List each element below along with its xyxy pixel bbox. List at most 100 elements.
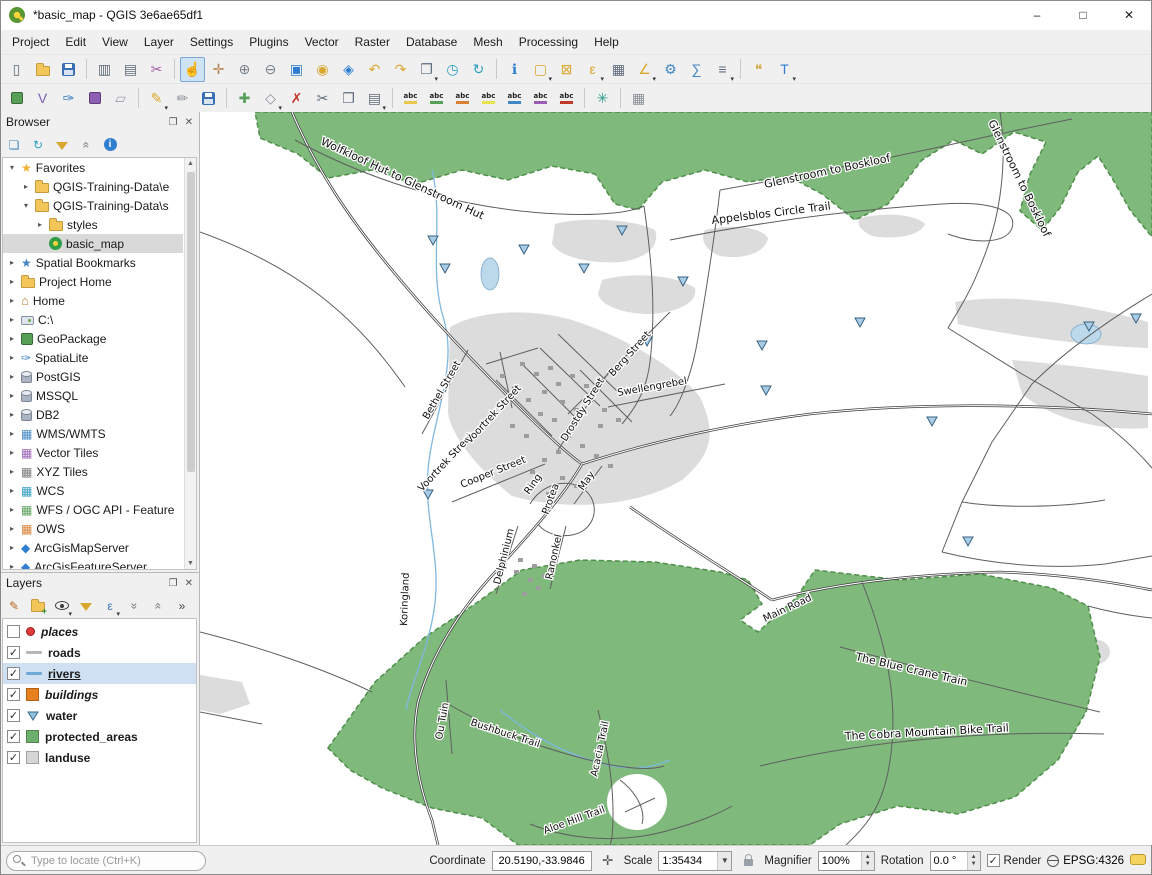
pan-map-button[interactable]: ☝	[180, 57, 205, 82]
open-layer-styling-button[interactable]: ✎	[3, 595, 25, 617]
attribute-grid-button[interactable]: ▦	[626, 86, 651, 111]
pan-to-selection-button[interactable]: ✛	[206, 57, 231, 82]
processing-toolbox-button[interactable]: ✳	[590, 86, 615, 111]
open-attribute-table-button[interactable]: ▦	[606, 57, 631, 82]
menu-edit[interactable]: Edit	[57, 31, 94, 53]
locate-input[interactable]	[6, 851, 206, 871]
current-edits-button[interactable]: ✎▾	[144, 86, 169, 111]
zoom-to-layer-button[interactable]: ◈	[336, 57, 361, 82]
browser-scrollbar[interactable]: ▲ ▼	[184, 158, 196, 569]
expander-icon[interactable]: ▸	[7, 391, 17, 400]
zoom-last-button[interactable]: ↶	[362, 57, 387, 82]
zoom-out-button[interactable]: ⊖	[258, 57, 283, 82]
new-project-button[interactable]: ▯	[4, 57, 29, 82]
layer-checkbox-buildings[interactable]: ✓	[7, 688, 20, 701]
expander-icon[interactable]: ▸	[21, 182, 31, 191]
browser-item-db2[interactable]: ▸DB2	[3, 405, 183, 424]
menu-layer[interactable]: Layer	[136, 31, 182, 53]
add-group-button[interactable]: +	[27, 595, 49, 617]
layer-row-places[interactable]: places	[3, 621, 196, 642]
messages-button[interactable]	[1130, 853, 1146, 868]
highlight-pinned-labels-button[interactable]: abc	[476, 86, 501, 111]
scale-input[interactable]	[659, 852, 717, 870]
scroll-thumb[interactable]	[187, 172, 195, 472]
select-by-expression-button[interactable]: ε▾	[580, 57, 605, 82]
new-spatialite-layer-button[interactable]: ✑	[56, 86, 81, 111]
layer-diagram-options-button[interactable]: abc	[424, 86, 449, 111]
refresh-map-button[interactable]: ↻	[466, 57, 491, 82]
expander-icon[interactable]: ▸	[7, 353, 17, 362]
copy-features-button[interactable]: ❐	[336, 86, 361, 111]
vertex-tool-button[interactable]: ◇▾	[258, 86, 283, 111]
layer-checkbox-water[interactable]: ✓	[7, 709, 20, 722]
filter-legend-button[interactable]	[75, 595, 97, 617]
expander-icon[interactable]: ▸	[7, 296, 17, 305]
save-layer-edits-button[interactable]	[196, 86, 221, 111]
expander-icon[interactable]: ▸	[7, 505, 17, 514]
collapse-all-button[interactable]: «	[75, 134, 97, 156]
menu-processing[interactable]: Processing	[511, 31, 586, 53]
browser-properties-button[interactable]: i	[99, 134, 121, 156]
browser-item-arcgisfeatureserver[interactable]: ▸◆ArcGisFeatureServer	[3, 557, 183, 570]
extents-toggle-icon[interactable]: ✛	[598, 851, 618, 871]
filter-by-expression-button[interactable]: ε▾	[99, 595, 121, 617]
menu-view[interactable]: View	[94, 31, 136, 53]
browser-item-wfs-ogc-api-feature[interactable]: ▸▦WFS / OGC API - Feature	[3, 500, 183, 519]
menu-vector[interactable]: Vector	[297, 31, 347, 53]
new-shapefile-layer-button[interactable]: V	[30, 86, 55, 111]
layer-checkbox-landuse[interactable]: ✓	[7, 751, 20, 764]
browser-item-geopackage[interactable]: ▸GeoPackage	[3, 329, 183, 348]
text-annotation-button[interactable]: T▾	[772, 57, 797, 82]
lock-scale-icon[interactable]	[738, 851, 758, 871]
browser-close-button[interactable]: ✕	[185, 117, 193, 128]
map-tips-button[interactable]: ❝	[746, 57, 771, 82]
temporal-controller-button[interactable]: ◷	[440, 57, 465, 82]
browser-item-qgis-training-data-e[interactable]: ▸QGIS-Training-Data\e	[3, 177, 183, 196]
layer-row-protected-areas[interactable]: ✓protected_areas	[3, 726, 196, 747]
zoom-next-button[interactable]: ↷	[388, 57, 413, 82]
identify-features-button[interactable]: ℹ	[502, 57, 527, 82]
expander-icon[interactable]: ▸	[7, 277, 17, 286]
layer-labeling-options-button[interactable]: abc	[398, 86, 423, 111]
style-manager-button[interactable]: ✂	[144, 57, 169, 82]
browser-item-arcgismapserver[interactable]: ▸◆ArcGisMapServer	[3, 538, 183, 557]
layer-row-water[interactable]: ✓water	[3, 705, 196, 726]
layer-checkbox-roads[interactable]: ✓	[7, 646, 20, 659]
zoom-to-selection-button[interactable]: ◉	[310, 57, 335, 82]
expand-all-button[interactable]: »	[123, 595, 145, 617]
browser-item-spatial-bookmarks[interactable]: ▸★Spatial Bookmarks	[3, 253, 183, 272]
browser-item-basic-map[interactable]: basic_map	[3, 234, 183, 253]
maximize-button[interactable]: □	[1060, 0, 1106, 30]
browser-item-xyz-tiles[interactable]: ▸▦XYZ Tiles	[3, 462, 183, 481]
show-layout-manager-button[interactable]: ▤	[118, 57, 143, 82]
layer-row-landuse[interactable]: ✓landuse	[3, 747, 196, 768]
expander-icon[interactable]: ▸	[7, 467, 17, 476]
rotation-spin-buttons[interactable]: ▲▼	[967, 852, 980, 870]
open-project-button[interactable]	[30, 57, 55, 82]
map-canvas[interactable]: Wolfkloof Hut to Glenstroom HutGlenstroo…	[200, 112, 1152, 845]
scale-dropdown-icon[interactable]: ▼	[717, 852, 731, 870]
change-label-properties-button[interactable]: abc	[554, 86, 579, 111]
expander-icon[interactable]: ▸	[7, 258, 17, 267]
rotate-label-button[interactable]: abc	[528, 86, 553, 111]
browser-item-spatialite[interactable]: ▸✑SpatiaLite	[3, 348, 183, 367]
browser-item-c[interactable]: ▸C:\	[3, 310, 183, 329]
new-temporary-scratch-layer-button[interactable]: ▱	[108, 86, 133, 111]
panel-overflow-button[interactable]: »	[171, 595, 193, 617]
expander-icon[interactable]: ▸	[7, 410, 17, 419]
layer-row-buildings[interactable]: ✓buildings	[3, 684, 196, 705]
layers-close-button[interactable]: ✕	[185, 578, 193, 589]
new-print-layout-button[interactable]: ▥	[92, 57, 117, 82]
zoom-full-button[interactable]: ▣	[284, 57, 309, 82]
browser-item-styles[interactable]: ▸styles	[3, 215, 183, 234]
layer-checkbox-protected-areas[interactable]: ✓	[7, 730, 20, 743]
browser-item-qgis-training-data-s[interactable]: ▾QGIS-Training-Data\s	[3, 196, 183, 215]
browser-item-favorites[interactable]: ▾★Favorites	[3, 158, 183, 177]
filter-browser-button[interactable]	[51, 134, 73, 156]
menu-plugins[interactable]: Plugins	[241, 31, 296, 53]
browser-item-postgis[interactable]: ▸PostGIS	[3, 367, 183, 386]
menu-raster[interactable]: Raster	[347, 31, 398, 53]
save-project-button[interactable]	[56, 57, 81, 82]
layer-row-roads[interactable]: ✓roads	[3, 642, 196, 663]
browser-float-button[interactable]: ❐	[169, 117, 178, 128]
